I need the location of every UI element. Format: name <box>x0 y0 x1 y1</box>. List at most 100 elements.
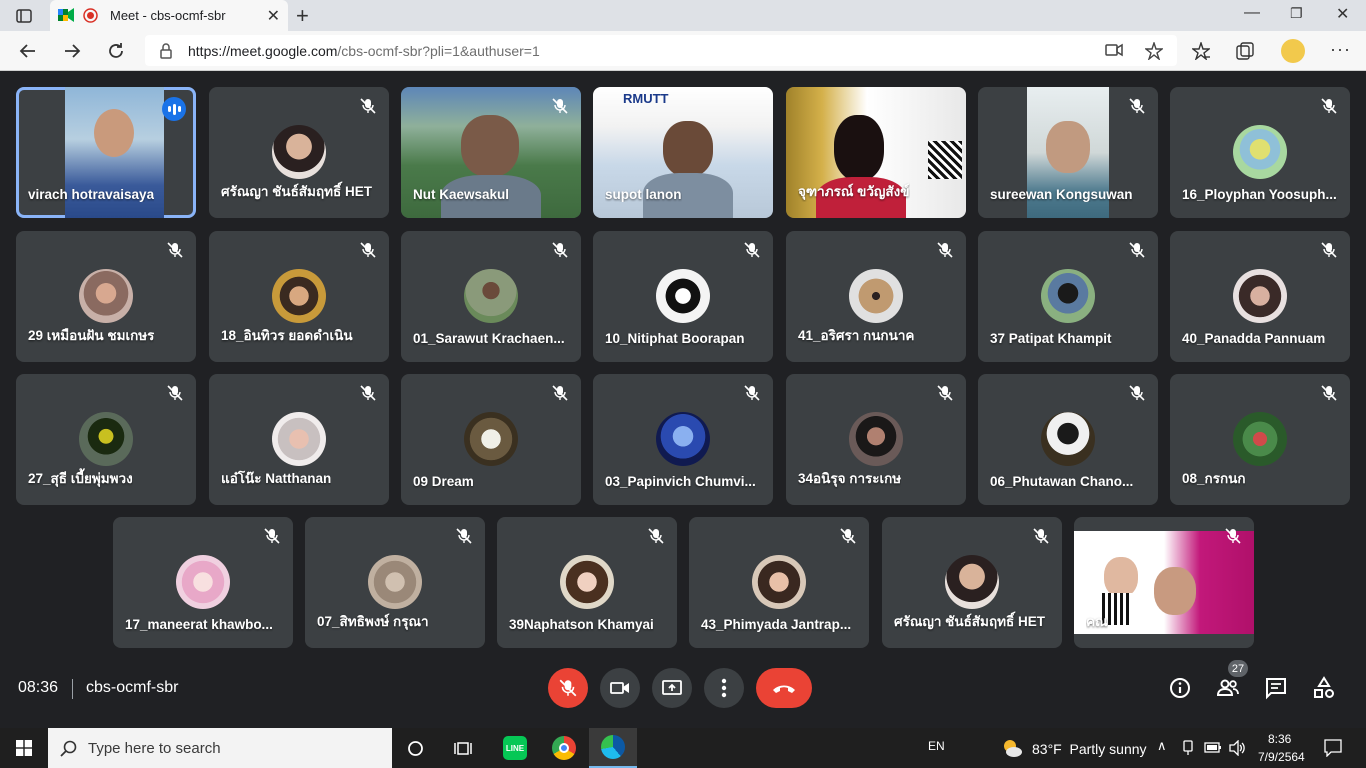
close-window-button[interactable]: ✕ <box>1336 4 1349 24</box>
participant-tile[interactable]: Nut Kaewsakul <box>401 87 581 218</box>
participant-tile[interactable]: 27_สุธี เบี้ยพุ่มพวง <box>16 374 196 505</box>
participant-tile[interactable]: virach hotravaisaya <box>16 87 196 218</box>
arrow-left-icon <box>19 44 35 58</box>
line-app-icon[interactable]: LINE <box>503 736 527 760</box>
taskbar-search-box[interactable]: Type here to search <box>48 728 392 768</box>
participant-tile[interactable]: 40_Panadda Pannuam <box>1170 231 1350 362</box>
participant-avatar <box>945 555 999 609</box>
mic-off-icon <box>1225 528 1241 544</box>
address-bar[interactable]: https://meet.google.com/cbs-ocmf-sbr?pli… <box>145 35 1177 66</box>
network-icon[interactable] <box>1181 740 1195 756</box>
more-options-button[interactable] <box>704 668 744 708</box>
mic-off-icon <box>1321 242 1337 258</box>
participant-face <box>94 109 134 157</box>
participant-name: 07_สิทธิพงษ์ กรุณา <box>317 614 429 629</box>
meet-logo-icon <box>58 8 74 22</box>
people-count-badge: 27 <box>1228 660 1248 677</box>
camera-toggle-button[interactable] <box>600 668 640 708</box>
leave-call-button[interactable] <box>756 668 812 708</box>
participant-tile[interactable]: คณ <box>1074 517 1254 648</box>
participant-tile[interactable]: 39Naphatson Khamyai <box>497 517 677 648</box>
cortana-icon[interactable] <box>407 740 424 757</box>
participant-avatar <box>752 555 806 609</box>
lock-icon[interactable] <box>159 43 173 59</box>
mic-off-icon <box>1129 242 1145 258</box>
favorites-icon[interactable] <box>1192 42 1210 60</box>
input-language[interactable]: EN <box>928 739 945 753</box>
mic-off-icon <box>552 242 568 258</box>
participant-name: 43_Phimyada Jantrap... <box>701 617 852 632</box>
participant-tile[interactable]: 17_maneerat khawbo... <box>113 517 293 648</box>
participant-name: 08_กรกนก <box>1182 471 1246 486</box>
participant-tile[interactable]: 10_Nitiphat Boorapan <box>593 231 773 362</box>
forward-button[interactable] <box>58 37 86 65</box>
activities-icon[interactable] <box>1312 676 1336 700</box>
new-tab-button[interactable]: + <box>296 3 309 29</box>
participant-tile[interactable]: 09 Dream <box>401 374 581 505</box>
participant-face <box>1046 121 1090 173</box>
participant-avatar <box>368 555 422 609</box>
participant-tile[interactable]: ศรัณญา ชันธ์สัมฤทธิ์ HET <box>209 87 389 218</box>
minimize-button[interactable]: — <box>1244 4 1260 22</box>
participant-tile[interactable]: RMUTT supot lanon <box>593 87 773 218</box>
browser-tab-meet[interactable]: Meet - cbs-ocmf-sbr ✕ <box>50 0 288 31</box>
participant-tile[interactable]: แอ๋โน๊ะ Natthanan <box>209 374 389 505</box>
participant-name: virach hotravaisaya <box>28 187 155 202</box>
taskbar-clock-time[interactable]: 8:36 <box>1268 732 1291 746</box>
add-favorite-icon[interactable] <box>1145 42 1163 60</box>
participant-tile[interactable]: 07_สิทธิพงษ์ กรุณา <box>305 517 485 648</box>
reload-icon <box>109 43 123 58</box>
show-hidden-icons-chevron-icon[interactable]: ∧ <box>1157 738 1167 754</box>
tab-actions-icon[interactable] <box>16 8 32 24</box>
volume-icon[interactable] <box>1228 740 1246 756</box>
participant-tile[interactable]: 06_Phutawan Chano... <box>978 374 1158 505</box>
collections-icon[interactable] <box>1236 42 1254 60</box>
reload-button[interactable] <box>102 37 130 65</box>
participant-tile[interactable]: 03_Papinvich Chumvi... <box>593 374 773 505</box>
participant-tile[interactable]: ศรัณญา ชันธ์สัมฤทธิ์ HET <box>882 517 1062 648</box>
battery-icon[interactable] <box>1204 742 1222 753</box>
participant-tile[interactable]: 43_Phimyada Jantrap... <box>689 517 869 648</box>
participant-avatar <box>272 412 326 466</box>
back-button[interactable] <box>14 37 42 65</box>
tab-close-icon[interactable]: ✕ <box>267 6 280 26</box>
arrow-right-icon <box>65 44 81 58</box>
url-host: https://meet.google.com <box>188 42 338 59</box>
participant-name: 27_สุธี เบี้ยพุ่มพวง <box>28 471 133 486</box>
weather-widget[interactable]: 83°F Partly sunny <box>1032 741 1147 757</box>
participant-tile[interactable]: 01_Sarawut Krachaen... <box>401 231 581 362</box>
participant-tile[interactable]: จุฑาภรณ์ ขวัญสังข์ <box>786 87 966 218</box>
task-view-icon[interactable] <box>454 740 472 757</box>
participant-name: Nut Kaewsakul <box>413 187 510 202</box>
meeting-details-icon[interactable] <box>1168 676 1192 700</box>
participant-tile[interactable]: 08_กรกนก <box>1170 374 1350 505</box>
chrome-app-icon[interactable] <box>552 736 576 760</box>
participant-tile[interactable]: 18_อินทิวร ยอดดำเนิน <box>209 231 389 362</box>
profile-avatar[interactable] <box>1281 39 1305 63</box>
maximize-button[interactable]: ❐ <box>1290 5 1303 22</box>
edge-app-active[interactable] <box>589 728 637 768</box>
mic-toggle-button[interactable] <box>548 668 588 708</box>
partly-sunny-icon <box>1004 740 1022 757</box>
participant-face <box>663 121 713 177</box>
taskbar-clock-date[interactable]: 7/9/2564 <box>1258 750 1305 764</box>
participant-tile[interactable]: 34อนิรุจ การะเกษ <box>786 374 966 505</box>
chat-icon[interactable] <box>1264 676 1288 700</box>
windows-start-icon[interactable] <box>16 740 32 756</box>
participant-tile[interactable]: 29 เหมือนฝัน ชมเกษร <box>16 231 196 362</box>
participant-avatar <box>272 125 326 179</box>
people-icon[interactable] <box>1216 676 1240 700</box>
qr-code <box>928 141 962 179</box>
participant-face <box>1104 557 1138 597</box>
present-screen-button[interactable] <box>652 668 692 708</box>
participant-avatar <box>464 269 518 323</box>
notification-center-icon[interactable] <box>1324 739 1342 757</box>
participant-tile[interactable]: 16_Ployphan Yoosuph... <box>1170 87 1350 218</box>
mic-off-icon <box>1321 385 1337 401</box>
participant-tile[interactable]: sureewan Kongsuwan <box>978 87 1158 218</box>
camera-permission-icon[interactable] <box>1105 43 1123 57</box>
participant-name: 37 Patipat Khampit <box>990 331 1112 346</box>
more-menu-button[interactable]: ··· <box>1330 39 1351 60</box>
participant-tile[interactable]: 37 Patipat Khampit <box>978 231 1158 362</box>
participant-tile[interactable]: 41_อริศรา กนกนาค <box>786 231 966 362</box>
